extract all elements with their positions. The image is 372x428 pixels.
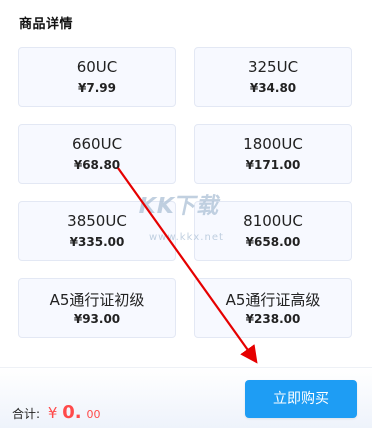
product-price: ¥238.00 <box>245 312 301 326</box>
product-name: 1800UC <box>243 135 303 153</box>
product-name: A5通行证高级 <box>225 291 321 309</box>
product-card-8100uc[interactable]: 8100UC ¥658.00 <box>194 201 352 261</box>
product-card-3850uc[interactable]: 3850UC ¥335.00 <box>18 201 176 261</box>
product-card-60uc[interactable]: 60UC ¥7.99 <box>18 47 176 107</box>
buy-now-button[interactable]: 立即购买 <box>245 380 357 418</box>
product-price: ¥7.99 <box>78 81 116 95</box>
total-label: 合计: <box>12 407 41 421</box>
product-name: 660UC <box>71 135 123 153</box>
product-card-1800uc[interactable]: 1800UC ¥171.00 <box>194 124 352 184</box>
product-name: 325UC <box>247 58 299 76</box>
total-main-value: 0. <box>62 402 82 423</box>
product-card-325uc[interactable]: 325UC ¥34.80 <box>194 47 352 107</box>
product-price: ¥93.00 <box>73 312 121 326</box>
product-card-660uc[interactable]: 660UC ¥68.80 <box>18 124 176 184</box>
product-grid: 60UC ¥7.99 325UC ¥34.80 660UC ¥68.80 180… <box>18 47 352 347</box>
product-details-title: 商品详情 <box>19 17 74 32</box>
product-card-a5-pass-basic[interactable]: A5通行证初级 ¥93.00 <box>18 278 176 338</box>
product-name: 3850UC <box>67 212 127 230</box>
product-name: 8100UC <box>243 212 303 230</box>
product-card-a5-pass-premium[interactable]: A5通行证高级 ¥238.00 <box>194 278 352 338</box>
product-price: ¥171.00 <box>245 158 301 172</box>
total-cents-value: 00 <box>86 408 101 421</box>
product-name: A5通行证初级 <box>49 291 145 309</box>
currency-symbol: ¥ <box>47 404 58 422</box>
checkout-bar: 合计: ¥ 0. 00 立即购买 <box>0 367 372 428</box>
total-amount: 合计: ¥ 0. 00 <box>12 402 100 423</box>
product-price: ¥68.80 <box>73 158 121 172</box>
product-name: 60UC <box>76 58 118 76</box>
product-price: ¥658.00 <box>245 235 301 249</box>
product-price: ¥34.80 <box>249 81 297 95</box>
product-price: ¥335.00 <box>69 235 125 249</box>
